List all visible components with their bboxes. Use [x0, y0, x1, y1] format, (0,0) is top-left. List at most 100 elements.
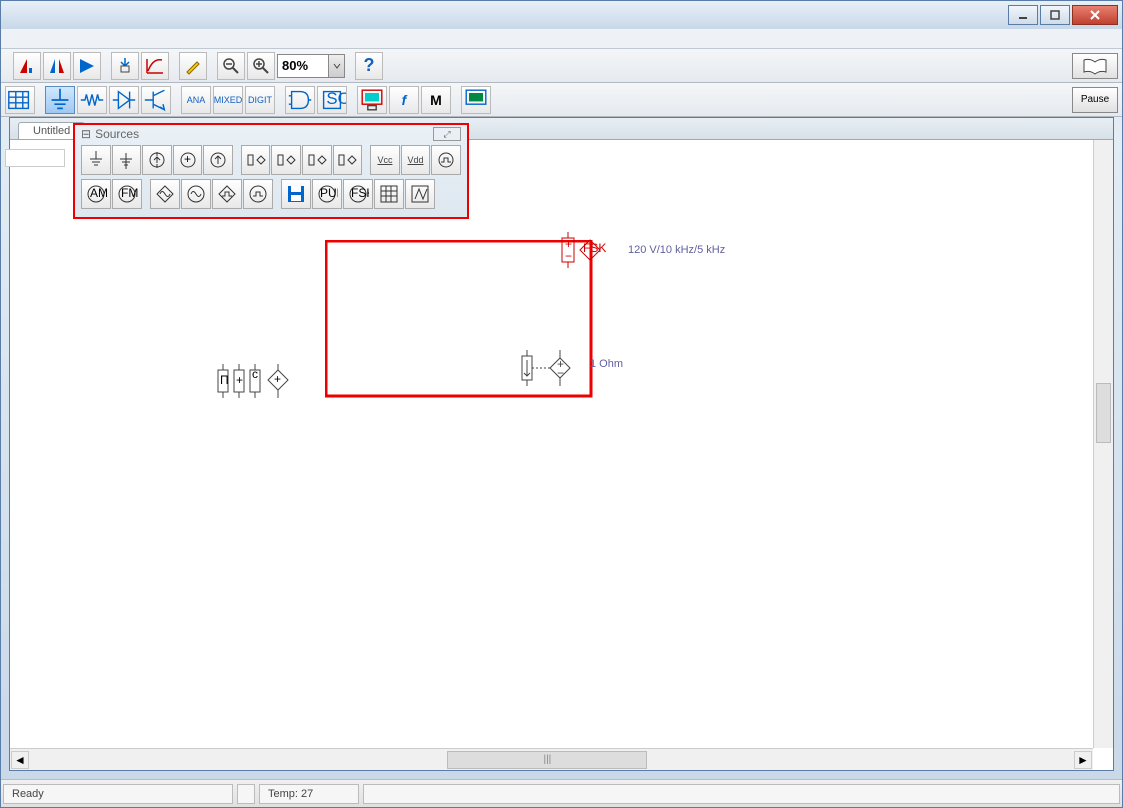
sine-diamond-icon: [154, 183, 176, 205]
block-icon: SO: [318, 86, 346, 114]
gate-button[interactable]: [285, 86, 315, 114]
sq-circle-icon: [247, 183, 269, 205]
fsk-source-symbol[interactable]: + − FSK: [560, 230, 630, 270]
src-vcc-button[interactable]: Vcc: [370, 145, 400, 175]
triangle-icon: [17, 56, 37, 76]
graph-button[interactable]: [141, 52, 169, 80]
src-poly1-button[interactable]: [374, 179, 404, 209]
src-ground-button[interactable]: [81, 145, 111, 175]
rotate-tri-icon: [77, 56, 97, 76]
zoom-dropdown-button[interactable]: [328, 55, 344, 77]
mirror-button[interactable]: [43, 52, 71, 80]
src-save-button[interactable]: [281, 179, 311, 209]
zoom-out-button[interactable]: [217, 52, 245, 80]
src-chassis-button[interactable]: [112, 145, 142, 175]
src-clock-button[interactable]: [431, 145, 461, 175]
src-sine-circle-button[interactable]: [181, 179, 211, 209]
svg-text:AM: AM: [90, 186, 107, 200]
schematic-canvas[interactable]: + − FSK 120 V/10 kHz/5 kHz + −: [10, 140, 1093, 748]
fm-icon: FM: [116, 183, 138, 205]
depsrc-symbol[interactable]: + −: [520, 348, 590, 388]
src-square-diamond-button[interactable]: [212, 179, 242, 209]
block-button[interactable]: SO: [317, 86, 347, 114]
src-fm-button[interactable]: FM: [112, 179, 142, 209]
status-bar: Ready Temp: 27: [1, 779, 1122, 807]
dep2-icon: [275, 149, 297, 171]
probe-button[interactable]: [111, 52, 139, 80]
vdd-label: Vdd: [408, 155, 424, 165]
horizontal-scrollbar[interactable]: ◄ ||| ►: [10, 748, 1093, 770]
diode-icon: [110, 86, 138, 114]
table-icon: [6, 86, 34, 114]
ground2-icon: [85, 149, 107, 171]
src-vdd-button[interactable]: Vdd: [401, 145, 431, 175]
src-dc-button[interactable]: [142, 145, 172, 175]
edit-button[interactable]: [179, 52, 207, 80]
hscroll-right[interactable]: ►: [1074, 751, 1092, 769]
canvas-area[interactable]: + − FSK 120 V/10 kHz/5 kHz + −: [10, 140, 1093, 748]
f-button[interactable]: f: [389, 86, 419, 114]
diode-button[interactable]: [109, 86, 139, 114]
flip-h-button[interactable]: [13, 52, 41, 80]
src-am-button[interactable]: AM: [81, 179, 111, 209]
palette-header[interactable]: ⊟ Sources ⤢: [75, 125, 467, 143]
vertical-scrollbar[interactable]: [1093, 140, 1113, 748]
ground-icon: [46, 86, 74, 114]
left-group-symbol[interactable]: Π + c +: [216, 362, 316, 402]
transistor-button[interactable]: [141, 86, 171, 114]
vcc-label: Vcc: [377, 155, 392, 165]
src-dep1-button[interactable]: [241, 145, 271, 175]
zoom-combo[interactable]: [277, 54, 345, 78]
poly2-icon: [409, 183, 431, 205]
ana-button[interactable]: ANA: [181, 86, 211, 114]
src-square-circle-button[interactable]: [243, 179, 273, 209]
close-button[interactable]: [1072, 5, 1118, 25]
help-button[interactable]: ?: [355, 52, 383, 80]
svg-text:−: −: [557, 366, 564, 380]
digit-button[interactable]: DIGIT: [245, 86, 275, 114]
vscroll-thumb[interactable]: [1096, 383, 1111, 443]
zoom-input[interactable]: [278, 56, 328, 75]
rotate-button[interactable]: [73, 52, 101, 80]
src-pul-button[interactable]: PUL: [312, 179, 342, 209]
svg-text:+: +: [236, 373, 243, 387]
close-icon: [1089, 9, 1101, 21]
src-fsk-button[interactable]: FSK: [343, 179, 373, 209]
src-dep4-button[interactable]: [333, 145, 363, 175]
grid-table-button[interactable]: [5, 86, 35, 114]
status-temp: Temp: 27: [259, 784, 359, 804]
clock-icon: [435, 149, 457, 171]
maximize-button[interactable]: [1040, 5, 1070, 25]
minimize-button[interactable]: [1008, 5, 1038, 25]
svg-text:Π: Π: [220, 373, 229, 387]
mixed-button[interactable]: MIXED: [213, 86, 243, 114]
hscroll-left[interactable]: ◄: [11, 751, 29, 769]
status-sep: [237, 784, 255, 804]
svg-text:FSK: FSK: [351, 186, 369, 200]
hscroll-thumb[interactable]: |||: [447, 751, 647, 769]
scope-button[interactable]: [461, 86, 491, 114]
display-button[interactable]: [357, 86, 387, 114]
zoom-in-button[interactable]: [247, 52, 275, 80]
src-sine-diamond-button[interactable]: [150, 179, 180, 209]
scope-icon: [462, 86, 490, 114]
m-button[interactable]: M: [421, 86, 451, 114]
src-poly2-button[interactable]: [405, 179, 435, 209]
main-toolbar: ?: [1, 49, 1122, 83]
book-button[interactable]: [1072, 53, 1118, 79]
src-dc2-button[interactable]: +: [173, 145, 203, 175]
resistor-button[interactable]: [77, 86, 107, 114]
titlebar: [1, 1, 1122, 29]
app-window: ? ANA MIXED DIGIT SO f M Pause Untitled: [0, 0, 1123, 808]
palette-close-button[interactable]: ⤢: [433, 127, 461, 141]
sources-palette[interactable]: ⊟ Sources ⤢ + Vcc Vdd AM FM: [73, 123, 469, 219]
dep4-icon: [336, 149, 358, 171]
src-dep2-button[interactable]: [271, 145, 301, 175]
src-dep3-button[interactable]: [302, 145, 332, 175]
sources-button[interactable]: [45, 86, 75, 114]
pause-button[interactable]: Pause: [1072, 87, 1118, 113]
curve-icon: [145, 56, 165, 76]
maximize-icon: [1049, 9, 1061, 21]
src-ac-button[interactable]: [203, 145, 233, 175]
ac-icon: [207, 149, 229, 171]
